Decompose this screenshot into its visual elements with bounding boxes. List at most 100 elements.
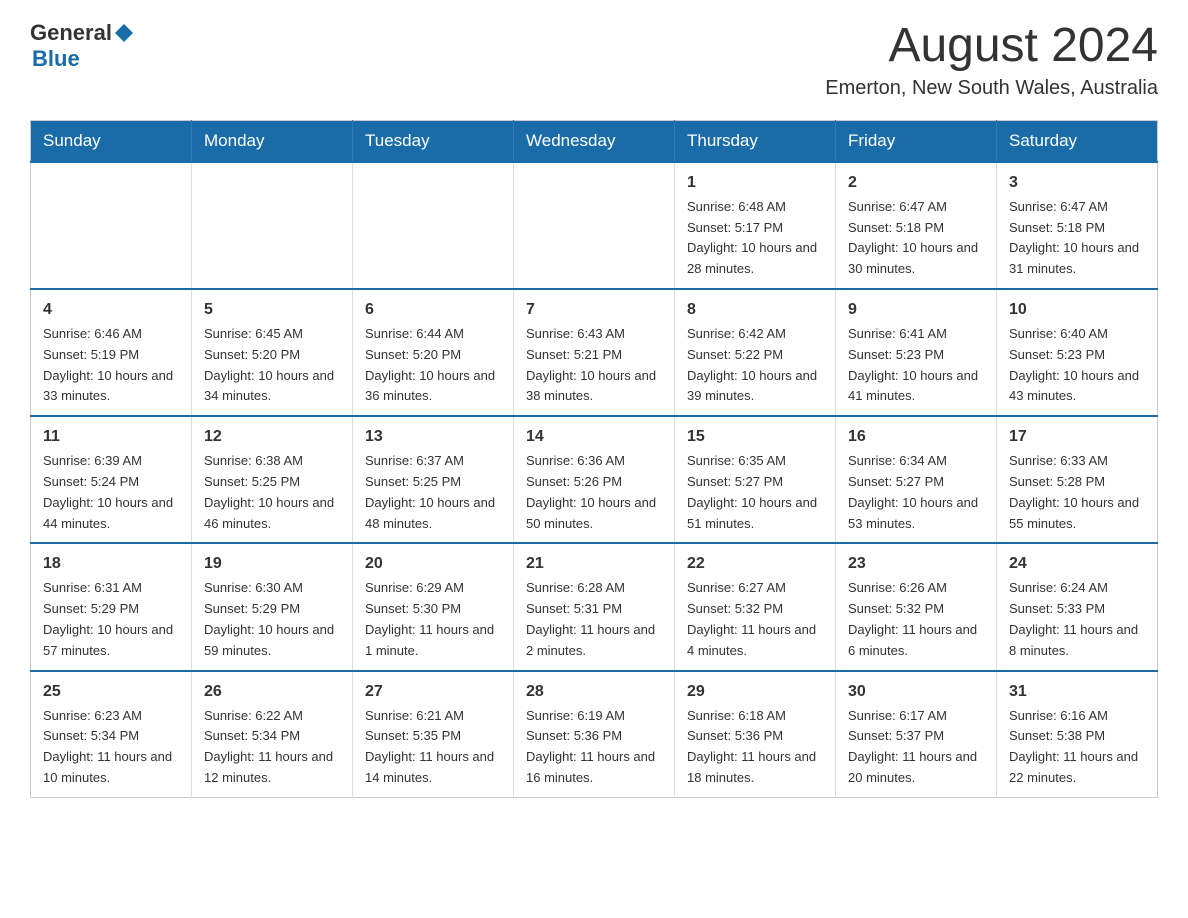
calendar-cell-week4-day7: 24Sunrise: 6:24 AMSunset: 5:33 PMDayligh…: [997, 543, 1158, 670]
title-section: August 2024 Emerton, New South Wales, Au…: [825, 20, 1158, 100]
calendar-cell-week2-day6: 9Sunrise: 6:41 AMSunset: 5:23 PMDaylight…: [836, 289, 997, 416]
calendar-cell-week3-day6: 16Sunrise: 6:34 AMSunset: 5:27 PMDayligh…: [836, 416, 997, 543]
calendar-cell-week2-day2: 5Sunrise: 6:45 AMSunset: 5:20 PMDaylight…: [192, 289, 353, 416]
day-info: Sunrise: 6:34 AMSunset: 5:27 PMDaylight:…: [848, 451, 984, 534]
calendar-cell-week1-day4: [514, 162, 675, 289]
calendar-cell-week3-day5: 15Sunrise: 6:35 AMSunset: 5:27 PMDayligh…: [675, 416, 836, 543]
calendar-cell-week2-day4: 7Sunrise: 6:43 AMSunset: 5:21 PMDaylight…: [514, 289, 675, 416]
logo: General Blue: [30, 20, 133, 72]
calendar-cell-week2-day1: 4Sunrise: 6:46 AMSunset: 5:19 PMDaylight…: [31, 289, 192, 416]
calendar-cell-week2-day7: 10Sunrise: 6:40 AMSunset: 5:23 PMDayligh…: [997, 289, 1158, 416]
calendar-header-tuesday: Tuesday: [353, 120, 514, 162]
day-number: 25: [43, 680, 179, 704]
day-info: Sunrise: 6:48 AMSunset: 5:17 PMDaylight:…: [687, 197, 823, 280]
day-info: Sunrise: 6:45 AMSunset: 5:20 PMDaylight:…: [204, 324, 340, 407]
day-info: Sunrise: 6:31 AMSunset: 5:29 PMDaylight:…: [43, 578, 179, 661]
day-info: Sunrise: 6:47 AMSunset: 5:18 PMDaylight:…: [848, 197, 984, 280]
day-info: Sunrise: 6:42 AMSunset: 5:22 PMDaylight:…: [687, 324, 823, 407]
day-number: 5: [204, 298, 340, 322]
calendar-cell-week4-day1: 18Sunrise: 6:31 AMSunset: 5:29 PMDayligh…: [31, 543, 192, 670]
calendar-cell-week3-day1: 11Sunrise: 6:39 AMSunset: 5:24 PMDayligh…: [31, 416, 192, 543]
day-number: 1: [687, 171, 823, 195]
day-number: 22: [687, 552, 823, 576]
calendar-cell-week4-day5: 22Sunrise: 6:27 AMSunset: 5:32 PMDayligh…: [675, 543, 836, 670]
day-number: 27: [365, 680, 501, 704]
day-info: Sunrise: 6:38 AMSunset: 5:25 PMDaylight:…: [204, 451, 340, 534]
calendar-week-4: 18Sunrise: 6:31 AMSunset: 5:29 PMDayligh…: [31, 543, 1158, 670]
calendar-cell-week2-day5: 8Sunrise: 6:42 AMSunset: 5:22 PMDaylight…: [675, 289, 836, 416]
day-number: 10: [1009, 298, 1145, 322]
day-info: Sunrise: 6:39 AMSunset: 5:24 PMDaylight:…: [43, 451, 179, 534]
calendar-week-5: 25Sunrise: 6:23 AMSunset: 5:34 PMDayligh…: [31, 671, 1158, 798]
calendar-cell-week3-day7: 17Sunrise: 6:33 AMSunset: 5:28 PMDayligh…: [997, 416, 1158, 543]
calendar-cell-week5-day7: 31Sunrise: 6:16 AMSunset: 5:38 PMDayligh…: [997, 671, 1158, 798]
day-number: 26: [204, 680, 340, 704]
day-info: Sunrise: 6:29 AMSunset: 5:30 PMDaylight:…: [365, 578, 501, 661]
day-number: 6: [365, 298, 501, 322]
day-number: 19: [204, 552, 340, 576]
day-info: Sunrise: 6:18 AMSunset: 5:36 PMDaylight:…: [687, 706, 823, 789]
day-number: 8: [687, 298, 823, 322]
day-number: 21: [526, 552, 662, 576]
calendar-cell-week1-day5: 1Sunrise: 6:48 AMSunset: 5:17 PMDaylight…: [675, 162, 836, 289]
day-info: Sunrise: 6:22 AMSunset: 5:34 PMDaylight:…: [204, 706, 340, 789]
calendar-header-saturday: Saturday: [997, 120, 1158, 162]
day-info: Sunrise: 6:24 AMSunset: 5:33 PMDaylight:…: [1009, 578, 1145, 661]
day-info: Sunrise: 6:47 AMSunset: 5:18 PMDaylight:…: [1009, 197, 1145, 280]
day-info: Sunrise: 6:21 AMSunset: 5:35 PMDaylight:…: [365, 706, 501, 789]
calendar-cell-week5-day4: 28Sunrise: 6:19 AMSunset: 5:36 PMDayligh…: [514, 671, 675, 798]
day-info: Sunrise: 6:19 AMSunset: 5:36 PMDaylight:…: [526, 706, 662, 789]
page-header: General Blue August 2024 Emerton, New So…: [30, 20, 1158, 100]
calendar-cell-week4-day6: 23Sunrise: 6:26 AMSunset: 5:32 PMDayligh…: [836, 543, 997, 670]
calendar-cell-week5-day3: 27Sunrise: 6:21 AMSunset: 5:35 PMDayligh…: [353, 671, 514, 798]
day-info: Sunrise: 6:17 AMSunset: 5:37 PMDaylight:…: [848, 706, 984, 789]
logo-blue: Blue: [32, 46, 80, 72]
calendar-cell-week3-day2: 12Sunrise: 6:38 AMSunset: 5:25 PMDayligh…: [192, 416, 353, 543]
day-info: Sunrise: 6:40 AMSunset: 5:23 PMDaylight:…: [1009, 324, 1145, 407]
calendar-header-thursday: Thursday: [675, 120, 836, 162]
day-number: 30: [848, 680, 984, 704]
month-title: August 2024: [825, 20, 1158, 73]
calendar-cell-week1-day3: [353, 162, 514, 289]
day-info: Sunrise: 6:28 AMSunset: 5:31 PMDaylight:…: [526, 578, 662, 661]
day-info: Sunrise: 6:36 AMSunset: 5:26 PMDaylight:…: [526, 451, 662, 534]
day-number: 15: [687, 425, 823, 449]
day-number: 16: [848, 425, 984, 449]
day-number: 12: [204, 425, 340, 449]
calendar-cell-week1-day1: [31, 162, 192, 289]
day-info: Sunrise: 6:35 AMSunset: 5:27 PMDaylight:…: [687, 451, 823, 534]
calendar-week-3: 11Sunrise: 6:39 AMSunset: 5:24 PMDayligh…: [31, 416, 1158, 543]
day-info: Sunrise: 6:41 AMSunset: 5:23 PMDaylight:…: [848, 324, 984, 407]
calendar-cell-week4-day3: 20Sunrise: 6:29 AMSunset: 5:30 PMDayligh…: [353, 543, 514, 670]
day-number: 24: [1009, 552, 1145, 576]
day-number: 28: [526, 680, 662, 704]
calendar-cell-week2-day3: 6Sunrise: 6:44 AMSunset: 5:20 PMDaylight…: [353, 289, 514, 416]
calendar-header-row: SundayMondayTuesdayWednesdayThursdayFrid…: [31, 120, 1158, 162]
day-info: Sunrise: 6:23 AMSunset: 5:34 PMDaylight:…: [43, 706, 179, 789]
calendar-cell-week5-day6: 30Sunrise: 6:17 AMSunset: 5:37 PMDayligh…: [836, 671, 997, 798]
day-number: 29: [687, 680, 823, 704]
calendar-header-monday: Monday: [192, 120, 353, 162]
day-info: Sunrise: 6:30 AMSunset: 5:29 PMDaylight:…: [204, 578, 340, 661]
calendar-cell-week4-day4: 21Sunrise: 6:28 AMSunset: 5:31 PMDayligh…: [514, 543, 675, 670]
calendar-cell-week3-day4: 14Sunrise: 6:36 AMSunset: 5:26 PMDayligh…: [514, 416, 675, 543]
calendar-table: SundayMondayTuesdayWednesdayThursdayFrid…: [30, 120, 1158, 798]
day-number: 14: [526, 425, 662, 449]
calendar-header-friday: Friday: [836, 120, 997, 162]
calendar-header-wednesday: Wednesday: [514, 120, 675, 162]
day-number: 13: [365, 425, 501, 449]
calendar-cell-week3-day3: 13Sunrise: 6:37 AMSunset: 5:25 PMDayligh…: [353, 416, 514, 543]
day-number: 7: [526, 298, 662, 322]
day-number: 31: [1009, 680, 1145, 704]
day-info: Sunrise: 6:27 AMSunset: 5:32 PMDaylight:…: [687, 578, 823, 661]
calendar-cell-week1-day6: 2Sunrise: 6:47 AMSunset: 5:18 PMDaylight…: [836, 162, 997, 289]
calendar-cell-week5-day1: 25Sunrise: 6:23 AMSunset: 5:34 PMDayligh…: [31, 671, 192, 798]
calendar-week-1: 1Sunrise: 6:48 AMSunset: 5:17 PMDaylight…: [31, 162, 1158, 289]
location-title: Emerton, New South Wales, Australia: [825, 77, 1158, 100]
day-number: 20: [365, 552, 501, 576]
calendar-week-2: 4Sunrise: 6:46 AMSunset: 5:19 PMDaylight…: [31, 289, 1158, 416]
day-number: 23: [848, 552, 984, 576]
day-number: 11: [43, 425, 179, 449]
day-info: Sunrise: 6:44 AMSunset: 5:20 PMDaylight:…: [365, 324, 501, 407]
day-number: 4: [43, 298, 179, 322]
